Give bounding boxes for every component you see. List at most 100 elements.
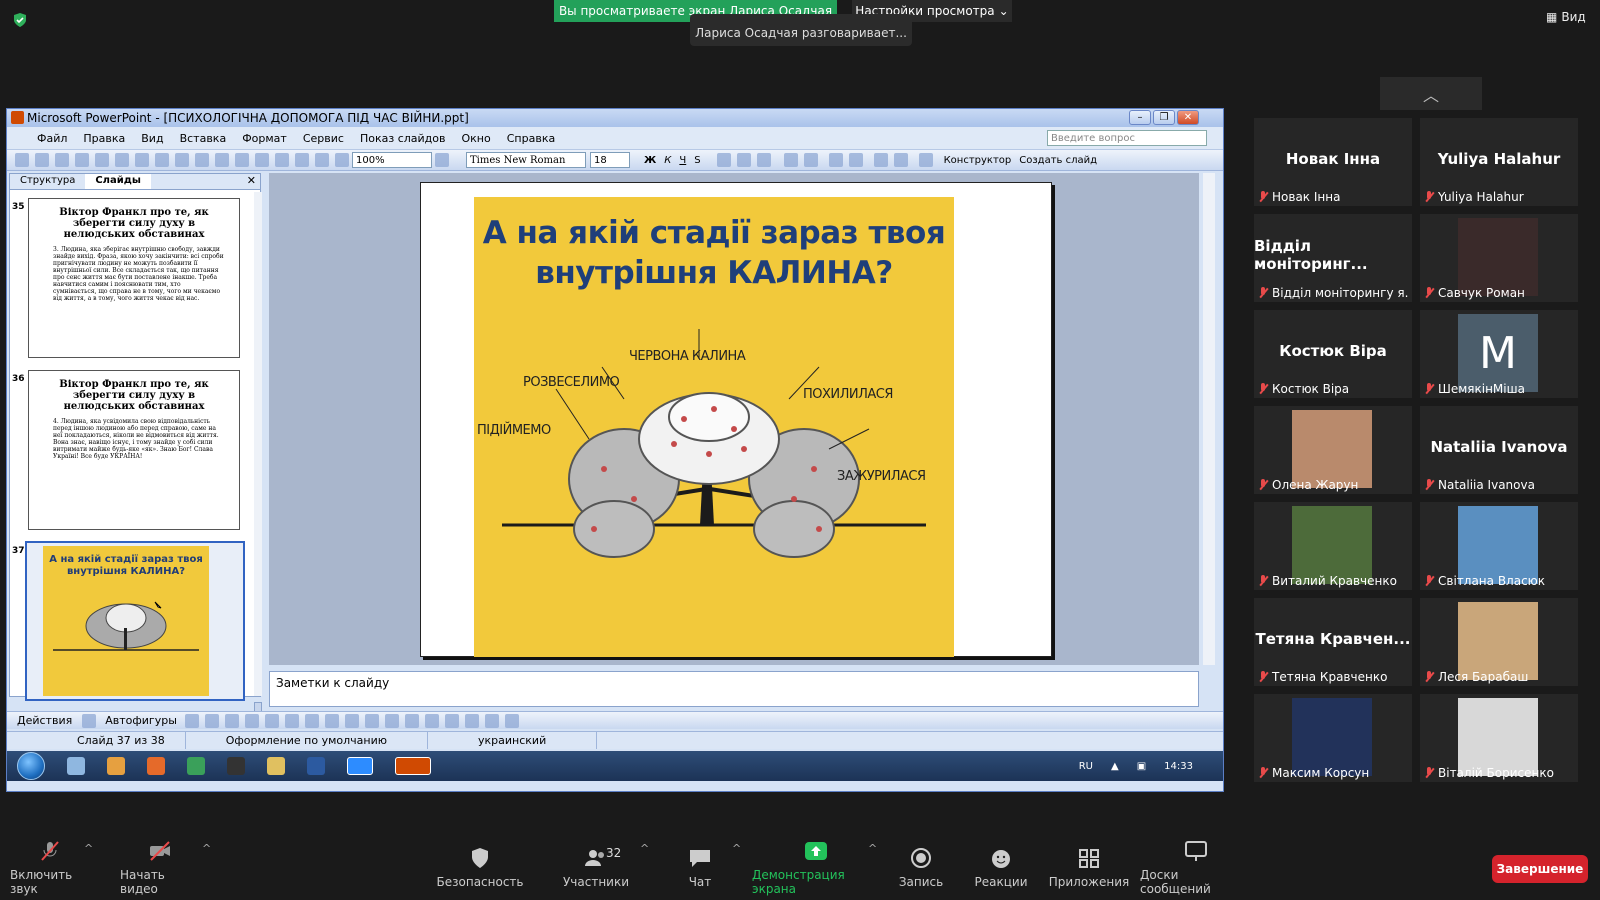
line-color-icon[interactable]	[384, 713, 399, 728]
underline-button[interactable]: Ч	[679, 155, 686, 166]
decrease-font-icon[interactable]	[848, 153, 863, 167]
slide-scrollbar[interactable]	[1203, 173, 1215, 665]
format-painter-icon[interactable]	[235, 153, 249, 167]
participant-tile[interactable]: Олена Жарун	[1254, 406, 1412, 494]
participant-tile[interactable]: Віталій Борисенко	[1420, 694, 1578, 782]
rectangle-icon[interactable]	[224, 713, 239, 728]
cut-icon[interactable]	[175, 153, 189, 167]
slide-thumbnail-36[interactable]: Віктор Франкл про те, як зберегти силу д…	[28, 370, 240, 530]
new-file-icon[interactable]	[15, 153, 29, 167]
shadow-button[interactable]: S	[694, 155, 700, 166]
research-icon[interactable]	[155, 153, 169, 167]
gallery-scroll-up-button[interactable]: ︿	[1380, 77, 1482, 110]
app-icon[interactable]	[227, 757, 245, 775]
decrease-indent-icon[interactable]	[873, 153, 888, 167]
align-center-icon[interactable]	[736, 153, 751, 167]
textbox-icon[interactable]	[264, 713, 279, 728]
participant-tile[interactable]: Максим Корсун	[1254, 694, 1412, 782]
record-button[interactable]: Запись	[886, 836, 956, 900]
font-select[interactable]: Times New Roman	[466, 152, 586, 168]
security-button[interactable]: Безопасность	[437, 836, 524, 900]
media-player-icon[interactable]	[107, 757, 125, 775]
close-pane-icon[interactable]: ✕	[247, 174, 256, 187]
arrow-style-icon[interactable]	[464, 713, 479, 728]
undo-icon[interactable]	[255, 153, 269, 167]
chat-chevron-icon[interactable]: ^	[732, 842, 741, 855]
oval-icon[interactable]	[244, 713, 259, 728]
zoom-tray-icon[interactable]: ▣	[1137, 761, 1146, 772]
clipart-icon[interactable]	[324, 713, 339, 728]
insert-chart-icon[interactable]	[295, 153, 309, 167]
wordart-icon[interactable]	[284, 713, 299, 728]
menu-format[interactable]: Формат	[234, 132, 295, 145]
language-indicator[interactable]: RU	[1079, 761, 1093, 772]
insert-table-icon[interactable]	[315, 153, 329, 167]
participant-tile[interactable]: Новак Інна Новак Інна	[1254, 118, 1412, 206]
participant-tile[interactable]: Костюк Віра Костюк Віра	[1254, 310, 1412, 398]
arrow-icon[interactable]	[204, 713, 219, 728]
shadow-style-icon[interactable]	[484, 713, 499, 728]
menu-slideshow[interactable]: Показ слайдов	[352, 132, 454, 145]
view-button[interactable]: ▦ Вид	[1546, 10, 1586, 24]
3d-style-icon[interactable]	[504, 713, 519, 728]
autoshapes-menu[interactable]: Автофигуры	[105, 714, 177, 727]
permission-icon[interactable]	[75, 153, 89, 167]
diagram-icon[interactable]	[304, 713, 319, 728]
browser-icon[interactable]	[187, 757, 205, 775]
zoom-taskbar-icon[interactable]	[347, 757, 373, 775]
fill-color-icon[interactable]	[364, 713, 379, 728]
participant-tile[interactable]: M ШемякінМіша	[1420, 310, 1578, 398]
folder-icon[interactable]	[267, 757, 285, 775]
italic-button[interactable]: К	[664, 155, 671, 166]
spelling-icon[interactable]	[135, 153, 149, 167]
new-slide-button[interactable]: Создать слайд	[1019, 155, 1097, 166]
participant-tile[interactable]: Світлана Власюк	[1420, 502, 1578, 590]
picture-icon[interactable]	[344, 713, 359, 728]
security-shield-icon[interactable]	[12, 12, 28, 28]
print-icon[interactable]	[95, 153, 109, 167]
word-icon[interactable]	[307, 757, 325, 775]
participant-tile[interactable]: Відділ моніторинг... Відділ моніторингу я…	[1254, 214, 1412, 302]
share-chevron-icon[interactable]: ^	[868, 842, 877, 855]
audio-options-chevron-icon[interactable]: ^	[84, 842, 93, 855]
participant-tile[interactable]: Yuliya Halahur Yuliya Halahur	[1420, 118, 1578, 206]
select-cursor-icon[interactable]	[82, 713, 97, 728]
numbering-icon[interactable]	[783, 153, 798, 167]
participant-tile[interactable]: Тетяна Кравчен... Тетяна Кравченко	[1254, 598, 1412, 686]
line-icon[interactable]	[184, 713, 199, 728]
powerpoint-taskbar-icon[interactable]	[395, 757, 431, 775]
font-size-select[interactable]: 18	[590, 152, 630, 168]
slide-thumbnail-37[interactable]: А на якій стадії зараз твоя внутрішня КА…	[43, 546, 209, 696]
maximize-button[interactable]: ❐	[1153, 110, 1175, 125]
share-screen-button[interactable]: Демонстрация экрана	[752, 836, 880, 900]
menu-edit[interactable]: Правка	[75, 132, 133, 145]
participant-tile[interactable]: Виталий Кравченко	[1254, 502, 1412, 590]
chat-button[interactable]: Чат	[660, 836, 740, 900]
slide-thumbnail-35[interactable]: Віктор Франкл про те, як зберегти силу д…	[28, 198, 240, 358]
participants-chevron-icon[interactable]: ^	[640, 842, 649, 855]
copy-icon[interactable]	[195, 153, 209, 167]
video-options-chevron-icon[interactable]: ^	[202, 842, 211, 855]
participants-button[interactable]: Участники	[556, 836, 636, 900]
designer-button[interactable]: Конструктор	[944, 155, 1012, 166]
tray-arrow-icon[interactable]: ▲	[1111, 761, 1119, 772]
increase-font-icon[interactable]	[828, 153, 843, 167]
reactions-button[interactable]: Реакции	[966, 836, 1036, 900]
firefox-icon[interactable]	[147, 757, 165, 775]
zoom-select[interactable]: 100%	[352, 152, 432, 168]
ask-question-input[interactable]: Введите вопрос	[1047, 130, 1207, 146]
participant-tile[interactable]: Nataliia Ivanova Nataliia Ivanova	[1420, 406, 1578, 494]
menu-view[interactable]: Вид	[133, 132, 171, 145]
paste-icon[interactable]	[215, 153, 229, 167]
mute-button[interactable]: Включить звук	[10, 836, 90, 900]
redo-icon[interactable]	[275, 153, 289, 167]
help-icon[interactable]	[435, 153, 449, 167]
font-color-icon[interactable]	[918, 153, 933, 167]
menu-file[interactable]: Файл	[7, 132, 75, 145]
pane-scrollbar[interactable]	[254, 192, 262, 696]
participant-tile[interactable]: Савчук Роман	[1420, 214, 1578, 302]
bullets-icon[interactable]	[803, 153, 818, 167]
end-meeting-button[interactable]: Завершение	[1492, 855, 1588, 883]
align-left-icon[interactable]	[716, 153, 731, 167]
grid-icon[interactable]	[335, 153, 349, 167]
